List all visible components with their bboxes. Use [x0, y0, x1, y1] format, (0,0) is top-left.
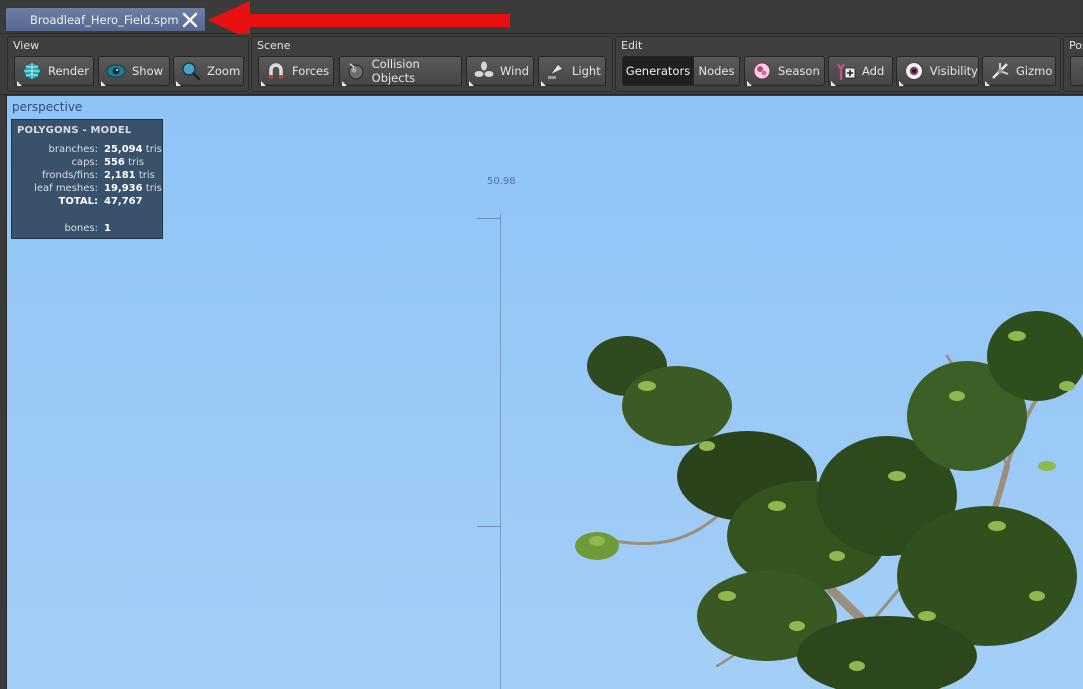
stats-row: bones: 1	[12, 223, 164, 236]
sphere-collision-icon	[342, 60, 367, 86]
pin-icon	[1077, 60, 1083, 82]
forces-label: Forces	[292, 64, 330, 78]
stats-key: bones:	[64, 223, 98, 234]
wind-label: Wind	[500, 64, 529, 78]
tree-model	[575, 311, 1083, 689]
generators-label: Generators	[625, 64, 691, 78]
stats-row-total: TOTAL: 47,767	[12, 196, 164, 209]
view-group-label: View	[13, 39, 40, 52]
season-icon	[747, 60, 773, 86]
stats-title: POLYGONS - MODEL	[17, 125, 132, 136]
stats-key: fronds/fins:	[41, 170, 98, 181]
document-tab-bar: Broadleaf_Hero_Field.spm	[0, 0, 1083, 34]
stats-key: leaf meshes:	[34, 183, 98, 194]
eye-icon	[101, 60, 127, 86]
camera-mode-label[interactable]: perspective	[12, 100, 82, 114]
light-button[interactable]: Light	[538, 56, 606, 86]
stats-key: caps:	[71, 157, 98, 168]
spotlight-icon	[541, 60, 567, 86]
ruler-tick	[477, 526, 501, 527]
light-label: Light	[572, 64, 601, 78]
add-label: Add	[862, 64, 885, 78]
eyeball-icon	[899, 60, 925, 86]
magnet-icon	[261, 60, 287, 86]
nodes-button[interactable]: Nodes	[693, 56, 740, 86]
collision-objects-label: Collision Objects	[371, 57, 420, 85]
ruler-tick	[477, 218, 501, 219]
collision-objects-button[interactable]: Collision Objects	[339, 56, 462, 86]
pos-button[interactable]	[1070, 56, 1083, 86]
stats-value: 556 tris	[104, 157, 145, 168]
ruler-height-label: 50.98	[487, 176, 516, 187]
stats-row: caps: 556 tris	[12, 157, 164, 170]
scene-group-label: Scene	[257, 39, 291, 52]
stats-key: branches:	[48, 144, 99, 155]
add-branch-icon	[831, 60, 857, 86]
main-toolbar: View Render Show Zoom Scene Forces Colli…	[0, 34, 1083, 95]
3d-viewport[interactable]: perspective POLYGONS - MODEL branches: 2…	[6, 96, 1083, 689]
globe-icon	[17, 60, 43, 86]
stats-row: fronds/fins: 2,181 tris	[12, 170, 164, 183]
gizmo-button[interactable]: Gizmo	[982, 56, 1056, 86]
edit-group: Edit Generators Nodes Season Add Visibil…	[615, 36, 1061, 92]
stats-row: leaf meshes: 19,936 tris	[12, 183, 164, 196]
stats-value: 25,094 tris	[104, 144, 162, 155]
magnifier-icon	[176, 60, 202, 86]
wind-button[interactable]: Wind	[466, 56, 534, 86]
height-ruler	[500, 214, 501, 689]
pos-group: Pos	[1063, 36, 1083, 92]
stats-value: 1	[104, 223, 111, 234]
stats-row: branches: 25,094 tris	[12, 144, 164, 157]
fan-icon	[469, 60, 495, 86]
gizmo-label: Gizmo	[1016, 64, 1053, 78]
season-label: Season	[778, 64, 820, 78]
visibility-button[interactable]: Visibility	[896, 56, 979, 86]
document-tab[interactable]: Broadleaf_Hero_Field.spm	[5, 7, 206, 31]
zoom-label: Zoom	[207, 64, 241, 78]
visibility-label: Visibility	[929, 64, 978, 78]
gizmo-icon	[985, 60, 1011, 86]
add-button[interactable]: Add	[828, 56, 893, 86]
render-label: Render	[48, 64, 89, 78]
forces-button[interactable]: Forces	[258, 56, 334, 86]
nodes-label: Nodes	[698, 64, 735, 78]
edit-group-label: Edit	[621, 39, 643, 52]
stats-value: 2,181 tris	[104, 170, 155, 181]
stats-value: 47,767	[104, 196, 143, 207]
show-label: Show	[132, 64, 164, 78]
show-button[interactable]: Show	[98, 56, 170, 86]
stats-value: 19,936 tris	[104, 183, 162, 194]
generators-button[interactable]: Generators	[622, 56, 694, 86]
document-tab-title: Broadleaf_Hero_Field.spm	[30, 12, 179, 27]
season-button[interactable]: Season	[744, 56, 825, 86]
view-group: View Render Show Zoom	[7, 36, 249, 92]
scene-group: Scene Forces Collision Objects Wind Ligh…	[251, 36, 613, 92]
render-button[interactable]: Render	[14, 56, 94, 86]
zoom-button[interactable]: Zoom	[173, 56, 244, 86]
close-icon[interactable]	[179, 9, 201, 31]
polygon-stats-panel: POLYGONS - MODEL branches: 25,094 tris c…	[11, 119, 163, 239]
stats-key: TOTAL:	[58, 196, 98, 207]
pos-group-label: Pos	[1069, 39, 1083, 52]
